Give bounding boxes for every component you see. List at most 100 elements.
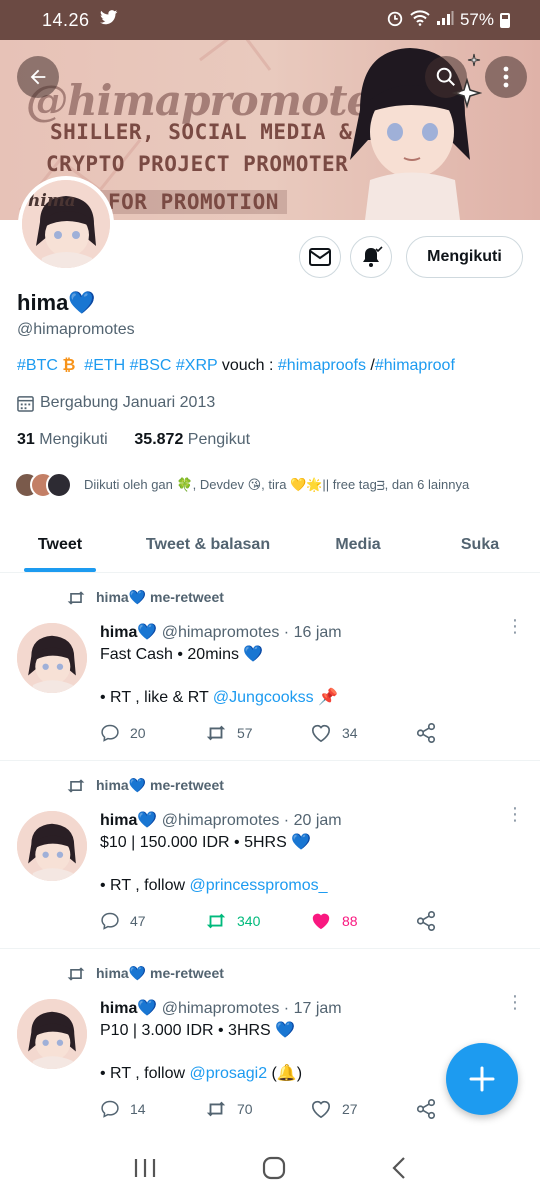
tweet-author-handle[interactable]: @himapromotes bbox=[162, 812, 280, 829]
retweet-count: 340 bbox=[237, 913, 261, 929]
hashtag-bsc[interactable]: #BSC bbox=[130, 357, 172, 374]
tweet-mention[interactable]: @prosagi2 bbox=[189, 1065, 267, 1082]
profile-handle: @himapromotes bbox=[17, 321, 135, 338]
tweet-avatar[interactable] bbox=[17, 811, 87, 881]
retweet-context: hima💙 me-retweet bbox=[66, 777, 224, 794]
blue-heart-emoji: 💙 bbox=[68, 290, 96, 315]
tweet-mention[interactable]: @princesspromos_ bbox=[189, 877, 327, 894]
reply-button[interactable]: 20 bbox=[100, 723, 205, 743]
twitter-bird-icon bbox=[99, 10, 118, 30]
retweet-context: hima💙 me-retweet bbox=[66, 965, 224, 982]
share-button[interactable] bbox=[415, 722, 520, 744]
recent-apps-icon bbox=[134, 1158, 155, 1177]
tweet-text-line-1: P10 | 3.000 IDR • 3HRS 💙 bbox=[100, 1022, 296, 1039]
hashtag-xrp[interactable]: #XRP bbox=[176, 357, 218, 374]
search-button[interactable] bbox=[425, 56, 467, 98]
more-options-button[interactable] bbox=[485, 56, 527, 98]
back-nav-button[interactable] bbox=[391, 1156, 407, 1185]
signal-icon bbox=[436, 10, 454, 31]
tweet-time[interactable]: · 17 jam bbox=[284, 1000, 342, 1017]
avatar-image: hima bbox=[22, 180, 110, 268]
heart-outline-icon bbox=[311, 1100, 331, 1119]
envelope-icon bbox=[309, 248, 331, 266]
back-chevron-icon bbox=[392, 1156, 406, 1179]
follow-counts: 31 Mengikuti 35.872 Pengikut bbox=[17, 431, 250, 449]
tweet-card[interactable]: hima💙 me-retweet hima💙 @himapromotes · 2… bbox=[0, 761, 540, 949]
status-time: 14.26 bbox=[42, 9, 90, 30]
reply-button[interactable]: 14 bbox=[100, 1099, 205, 1119]
hashtag-btc[interactable]: #BTC bbox=[17, 357, 58, 374]
tweet-author-name[interactable]: hima💙 bbox=[100, 812, 157, 829]
retweet-icon bbox=[67, 778, 85, 793]
retweet-button[interactable]: 70 bbox=[205, 1100, 310, 1118]
following-button[interactable]: Mengikuti bbox=[406, 236, 523, 278]
back-button[interactable] bbox=[17, 56, 59, 98]
avatar-image bbox=[17, 811, 87, 881]
reply-button[interactable]: 47 bbox=[100, 911, 205, 931]
svg-text:hima: hima bbox=[28, 191, 76, 211]
hashtag-eth[interactable]: #ETH bbox=[84, 357, 125, 374]
tweet-time[interactable]: · 20 jam bbox=[284, 812, 342, 829]
share-button[interactable] bbox=[415, 910, 520, 932]
joined-text: Bergabung Januari 2013 bbox=[40, 394, 216, 411]
alarm-icon bbox=[386, 9, 404, 32]
tweet-avatar[interactable] bbox=[17, 623, 87, 693]
tweet-avatar[interactable] bbox=[17, 999, 87, 1069]
tweet-mention[interactable]: @Jungcookss bbox=[213, 689, 314, 706]
reply-icon bbox=[101, 724, 119, 742]
tweet-time[interactable]: · 16 jam bbox=[284, 624, 342, 641]
tweet-more-button[interactable]: ⋮ bbox=[506, 993, 524, 1011]
followers-link[interactable]: 35.872 Pengikut bbox=[134, 431, 250, 448]
tab-likes[interactable]: Suka bbox=[420, 518, 540, 572]
status-icons: 57% bbox=[386, 9, 510, 32]
search-icon bbox=[436, 67, 455, 86]
tweet-header: hima💙 @himapromotes · 20 jam bbox=[100, 810, 342, 830]
follower-avatar-3 bbox=[46, 472, 72, 498]
home-button[interactable] bbox=[262, 1156, 286, 1185]
followed-by[interactable]: Diikuti oleh gan 🍀, Devdev 😘, tira 💛🌟|| … bbox=[14, 472, 469, 498]
like-button[interactable]: 34 bbox=[310, 723, 415, 743]
like-button-active[interactable]: 88 bbox=[310, 911, 415, 931]
compose-tweet-button[interactable] bbox=[446, 1043, 518, 1115]
retweet-context-text: hima💙 me-retweet bbox=[96, 965, 224, 981]
tweet-card[interactable]: hima💙 me-retweet hima💙 @himapromotes · 1… bbox=[0, 949, 540, 1140]
tab-media[interactable]: Media bbox=[296, 518, 420, 572]
profile-tabs: Tweet Tweet & balasan Media Suka bbox=[0, 518, 540, 573]
tweet-more-button[interactable]: ⋮ bbox=[506, 805, 524, 823]
android-navigation-bar bbox=[0, 1140, 540, 1200]
profile-avatar[interactable]: hima bbox=[18, 176, 114, 272]
tweet-author-name[interactable]: hima💙 bbox=[100, 1000, 157, 1017]
tweet-card[interactable]: hima💙 me-retweet hima💙 @himapromotes · 1… bbox=[0, 573, 540, 761]
tweet-more-button[interactable]: ⋮ bbox=[506, 617, 524, 635]
like-count: 34 bbox=[342, 725, 358, 741]
like-button[interactable]: 27 bbox=[310, 1099, 415, 1119]
hashtag-himaproofs[interactable]: #himaproofs bbox=[278, 357, 366, 374]
bio-slash: / bbox=[365, 357, 375, 374]
tweet-author-name[interactable]: hima💙 bbox=[100, 624, 157, 641]
tab-tweet-replies[interactable]: Tweet & balasan bbox=[120, 518, 296, 572]
tweet-actions: 20 57 34 bbox=[100, 721, 520, 745]
following-link[interactable]: 31 Mengikuti bbox=[17, 431, 108, 448]
retweet-context: hima💙 me-retweet bbox=[66, 589, 224, 606]
tweet-text-line-2: • RT , follow @princesspromos_ bbox=[100, 877, 328, 894]
battery-icon bbox=[500, 12, 510, 28]
tab-tweet[interactable]: Tweet bbox=[0, 518, 120, 572]
plus-icon bbox=[469, 1066, 495, 1092]
reply-icon bbox=[101, 912, 119, 930]
notification-bell-button[interactable] bbox=[350, 236, 392, 278]
tweet-author-handle[interactable]: @himapromotes bbox=[162, 1000, 280, 1017]
message-button[interactable] bbox=[299, 236, 341, 278]
tweet-actions: 47 340 88 bbox=[100, 909, 520, 933]
heart-outline-icon bbox=[311, 724, 331, 743]
avatar-image bbox=[17, 999, 87, 1069]
profile-name: hima💙 bbox=[17, 290, 96, 316]
recent-apps-button[interactable] bbox=[133, 1157, 157, 1184]
retweet-button-active[interactable]: 340 bbox=[205, 912, 310, 930]
hashtag-himaproof[interactable]: #himaproof bbox=[375, 357, 455, 374]
retweet-icon bbox=[67, 590, 85, 605]
home-icon bbox=[262, 1156, 286, 1179]
retweet-button[interactable]: 57 bbox=[205, 724, 310, 742]
tweet-author-handle[interactable]: @himapromotes bbox=[162, 624, 280, 641]
retweet-context-text: hima💙 me-retweet bbox=[96, 777, 224, 793]
share-icon bbox=[416, 1099, 436, 1119]
